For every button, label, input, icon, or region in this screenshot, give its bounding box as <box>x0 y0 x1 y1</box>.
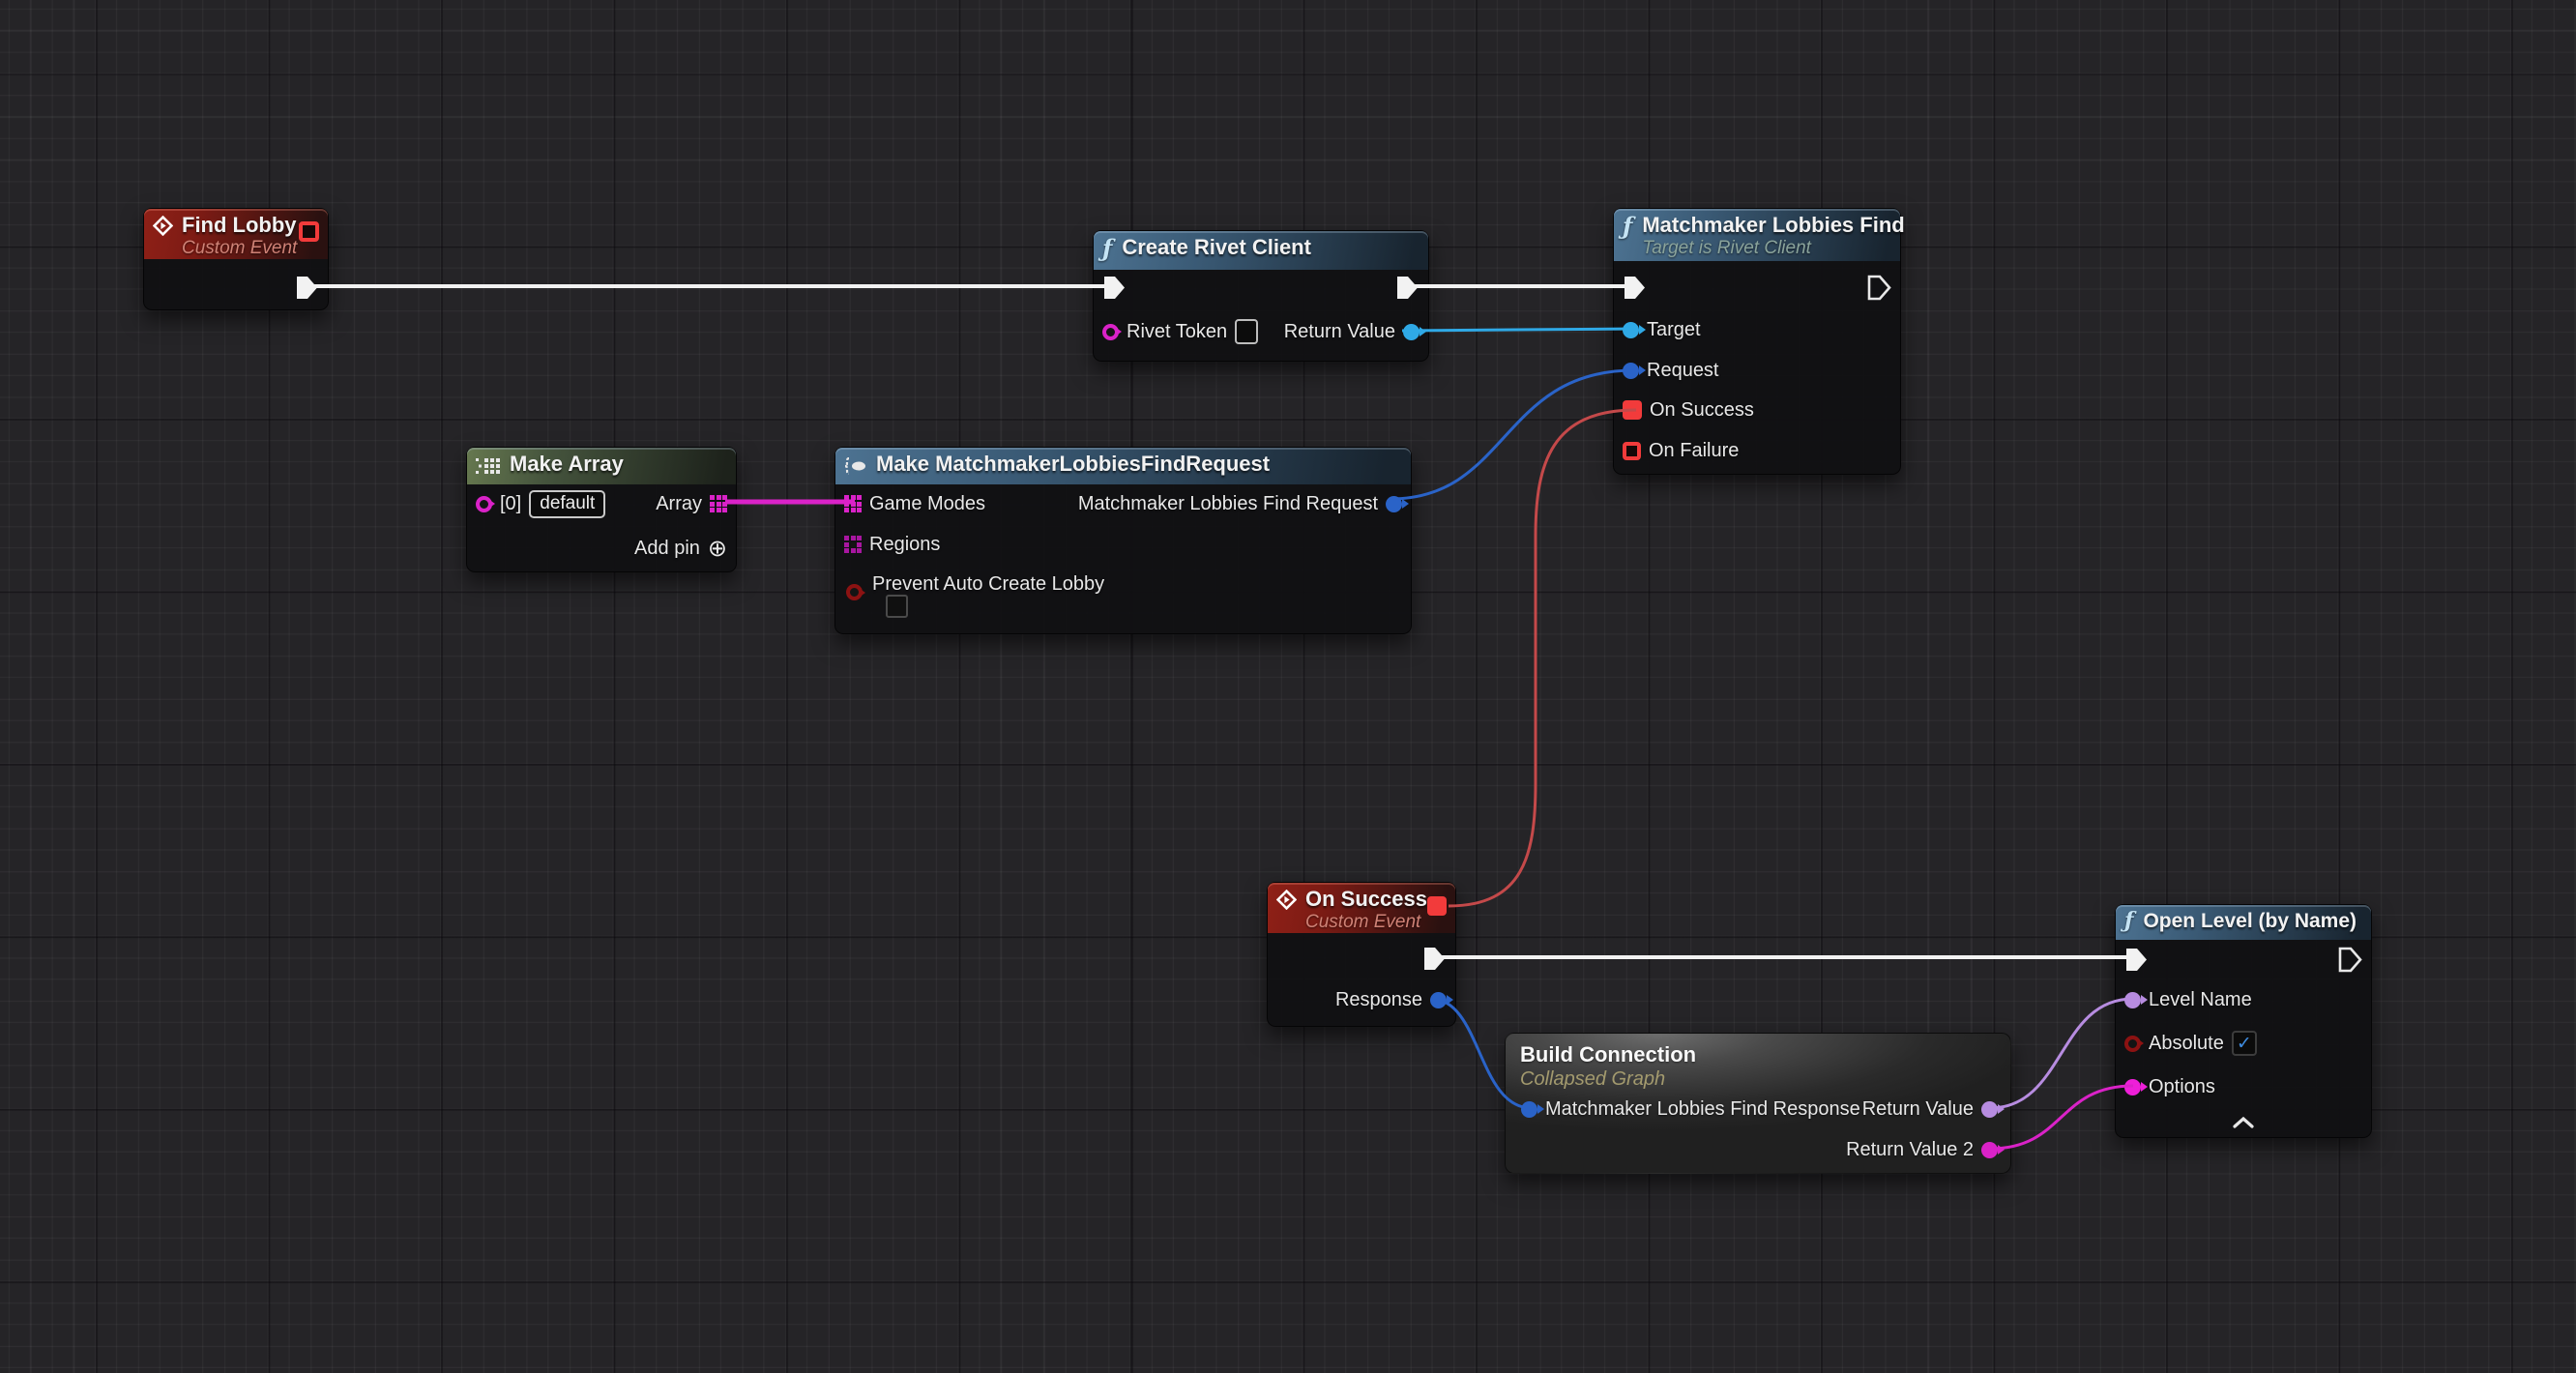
node-subtitle: Custom Event <box>1305 912 1427 932</box>
pin-label: Absolute <box>2149 1033 2224 1055</box>
request-pin[interactable] <box>1623 363 1639 379</box>
pin-label: On Failure <box>1649 440 1739 462</box>
node-title: Create Rivet Client <box>1122 236 1311 260</box>
exec-in-pin[interactable] <box>1623 272 1647 303</box>
level-name-pin[interactable] <box>2124 992 2141 1008</box>
add-pin-icon: ⊕ <box>708 535 727 563</box>
exec-out-pin[interactable] <box>295 272 319 303</box>
wire-request-output-request[interactable] <box>1390 370 1634 499</box>
rivet-token-input[interactable] <box>1235 319 1258 344</box>
pin-label: Options <box>2149 1076 2215 1098</box>
node-title: Make MatchmakerLobbiesFindRequest <box>876 453 1270 477</box>
exec-out-pin[interactable] <box>1395 272 1420 303</box>
node-title: Matchmaker Lobbies Find <box>1642 214 1904 238</box>
node-title: Build Connection <box>1520 1042 1696 1067</box>
exec-out-pin[interactable] <box>1422 943 1447 974</box>
node-create-rivet-client[interactable]: ƒ Create Rivet Client Rivet Token Return… <box>1093 230 1429 362</box>
matchmaker-response-input-pin[interactable] <box>1521 1101 1537 1118</box>
absolute-checkbox[interactable]: ✓ <box>2232 1031 2257 1056</box>
regions-pin[interactable] <box>844 536 862 553</box>
node-find-lobby[interactable]: Find Lobby Custom Event <box>143 208 329 310</box>
node-title: On Success <box>1305 888 1427 912</box>
array-index-pin[interactable] <box>476 496 492 512</box>
pin-label: Prevent Auto Create Lobby <box>872 573 1104 596</box>
array-output-pin[interactable] <box>710 495 727 512</box>
prevent-auto-create-lobby-checkbox[interactable] <box>886 595 908 618</box>
pin-label: Array <box>656 493 702 515</box>
node-header[interactable]: ƒ Create Rivet Client <box>1094 231 1428 270</box>
delegate-pin[interactable] <box>299 221 319 242</box>
return-value-2-pin[interactable] <box>1981 1142 1998 1158</box>
wire-delegate-onsuccess[interactable] <box>1449 410 1636 906</box>
wire-returnvalue-levelname[interactable] <box>1990 999 2133 1108</box>
custom-event-icon <box>153 216 173 236</box>
array-element-input[interactable]: default <box>529 490 605 518</box>
delegate-pin[interactable] <box>1427 896 1447 916</box>
node-subtitle: Custom Event <box>182 238 297 258</box>
rivet-token-pin[interactable] <box>1102 324 1119 340</box>
node-title: Find Lobby <box>182 214 297 238</box>
wire-returnvalue2-options[interactable] <box>1990 1086 2133 1149</box>
request-output-pin[interactable] <box>1386 496 1402 512</box>
node-matchmaker-lobbies-find[interactable]: ƒ Matchmaker Lobbies Find Target is Rive… <box>1613 208 1901 475</box>
pin-label: Matchmaker Lobbies Find Response <box>1545 1098 1860 1121</box>
return-value-pin[interactable] <box>1981 1101 1998 1118</box>
function-icon: ƒ <box>1623 212 1632 240</box>
node-header[interactable]: ƒ Matchmaker Lobbies Find Target is Rive… <box>1614 209 1900 261</box>
function-icon: ƒ <box>1102 234 1112 262</box>
add-pin-label: Add pin <box>634 538 700 560</box>
pin-label: Response <box>1335 989 1422 1011</box>
collapse-chevron[interactable] <box>2233 1116 2254 1133</box>
node-subtitle: Collapsed Graph <box>1520 1068 1665 1091</box>
node-header[interactable]: ƒ Open Level (by Name) <box>2116 905 2371 940</box>
node-make-array[interactable]: Make Array [0] default Array Add pin ⊕ <box>466 447 737 572</box>
pin-label: Game Modes <box>869 493 985 515</box>
pin-label: Rivet Token <box>1127 321 1227 343</box>
game-modes-pin[interactable] <box>844 495 862 512</box>
pin-label: Return Value 2 <box>1846 1139 1974 1161</box>
node-header[interactable]: Make MatchmakerLobbiesFindRequest <box>835 448 1411 484</box>
add-pin-button[interactable]: Add pin ⊕ <box>634 533 727 564</box>
node-on-success[interactable]: On Success Custom Event Response <box>1267 882 1456 1027</box>
absolute-pin[interactable] <box>2124 1036 2141 1052</box>
exec-in-pin[interactable] <box>1102 272 1127 303</box>
pin-label: Regions <box>869 534 940 556</box>
on-success-pin[interactable] <box>1623 400 1642 420</box>
node-make-matchmakerlobbiesfindrequest[interactable]: Make MatchmakerLobbiesFindRequest Game M… <box>834 447 1412 634</box>
make-struct-icon <box>844 457 867 480</box>
target-pin[interactable] <box>1623 322 1639 338</box>
pin-label: [0] <box>500 493 521 515</box>
pin-label: Matchmaker Lobbies Find Request <box>1078 493 1378 515</box>
exec-out-pin[interactable] <box>1867 272 1891 303</box>
prevent-auto-create-lobby-pin[interactable] <box>846 584 863 600</box>
on-failure-pin[interactable] <box>1623 442 1641 460</box>
pin-label: On Success <box>1650 399 1754 422</box>
vignette-overlay <box>0 0 2576 1373</box>
exec-in-pin[interactable] <box>2124 944 2149 975</box>
wire-returnvalue-target[interactable] <box>1402 329 1636 331</box>
options-pin[interactable] <box>2124 1079 2141 1095</box>
pin-label: Target <box>1647 319 1701 341</box>
wire-layer <box>0 0 2576 1373</box>
node-title: Open Level (by Name) <box>2143 910 2356 933</box>
return-value-pin[interactable] <box>1403 324 1420 340</box>
node-title: Make Array <box>510 453 624 477</box>
node-header[interactable]: Make Array <box>467 448 736 484</box>
pin-label: Return Value <box>1862 1098 1974 1121</box>
node-build-connection[interactable]: Build Connection Collapsed Graph Matchma… <box>1505 1033 2011 1174</box>
function-icon: ƒ <box>2124 908 2133 933</box>
exec-out-pin[interactable] <box>2338 944 2362 975</box>
pin-label: Request <box>1647 360 1719 382</box>
pin-label: Return Value <box>1284 321 1395 343</box>
blueprint-canvas[interactable]: Find Lobby Custom Event ƒ Create Rivet C… <box>0 0 2576 1373</box>
make-array-icon <box>476 458 501 480</box>
custom-event-icon <box>1276 890 1297 910</box>
node-open-level-by-name[interactable]: ƒ Open Level (by Name) Level Name Absolu… <box>2115 904 2372 1138</box>
node-subtitle: Target is Rivet Client <box>1642 238 1904 258</box>
pin-label: Level Name <box>2149 989 2252 1011</box>
response-pin[interactable] <box>1430 992 1447 1008</box>
